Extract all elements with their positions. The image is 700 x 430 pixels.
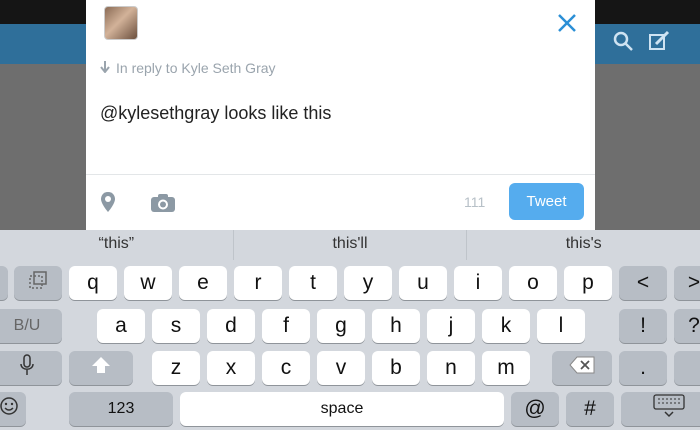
key-y[interactable]: y [344, 266, 392, 300]
dictation-key[interactable] [0, 351, 62, 385]
key-s[interactable]: s [152, 309, 200, 343]
tweet-text-input[interactable]: @kylesethgray looks like this [100, 103, 331, 124]
key-exclamation[interactable]: ! [619, 309, 667, 343]
reply-context: In reply to Kyle Seth Gray [100, 60, 276, 76]
key-a[interactable]: a [97, 309, 145, 343]
space-key[interactable]: space [180, 392, 504, 426]
key-greater-than[interactable]: > [674, 266, 700, 300]
key-comma[interactable] [674, 351, 700, 385]
compose-sheet: In reply to Kyle Seth Gray @kylesethgray… [86, 0, 595, 230]
emoji-icon [0, 396, 19, 422]
key-e[interactable]: e [179, 266, 227, 300]
backspace-icon [569, 356, 595, 380]
key-hash[interactable]: # [566, 392, 614, 426]
divider [86, 174, 595, 175]
prediction-bar: “this” this'll this's [0, 230, 700, 260]
prediction-1[interactable]: “this” [0, 230, 234, 260]
key-u[interactable]: u [399, 266, 447, 300]
key-b[interactable]: b [372, 351, 420, 385]
key-v[interactable]: v [317, 351, 365, 385]
avatar [104, 6, 138, 40]
keyboard: “this” this'll this's q w e r t y u i o … [0, 230, 700, 430]
key-p[interactable]: p [564, 266, 612, 300]
key-i[interactable]: i [454, 266, 502, 300]
key-question[interactable]: ? [674, 309, 700, 343]
key-z[interactable]: z [152, 351, 200, 385]
undo-key[interactable] [14, 266, 62, 300]
emoji-key[interactable] [0, 392, 26, 426]
reply-arrow-icon [100, 60, 110, 76]
key-x[interactable]: x [207, 351, 255, 385]
numbers-key[interactable]: 123 [69, 392, 173, 426]
reply-label: In reply to Kyle Seth Gray [116, 60, 276, 76]
prediction-2[interactable]: this'll [234, 230, 468, 260]
microphone-icon [20, 354, 34, 382]
keyboard-hide-icon [652, 394, 685, 424]
search-icon[interactable] [612, 30, 634, 57]
key-q[interactable]: q [69, 266, 117, 300]
key-k[interactable]: k [482, 309, 530, 343]
delete-key[interactable] [552, 351, 612, 385]
key-c[interactable]: c [262, 351, 310, 385]
key-o[interactable]: o [509, 266, 557, 300]
key-l[interactable]: l [537, 309, 585, 343]
close-icon[interactable] [556, 12, 578, 34]
key-less-than[interactable]: < [619, 266, 667, 300]
key-n[interactable]: n [427, 351, 475, 385]
key-period[interactable]: . [619, 351, 667, 385]
tab-key[interactable] [0, 266, 8, 300]
camera-icon[interactable] [150, 193, 176, 218]
location-pin-icon[interactable] [100, 191, 116, 218]
key-g[interactable]: g [317, 309, 365, 343]
compose-icon[interactable] [648, 30, 670, 57]
key-at[interactable]: @ [511, 392, 559, 426]
prediction-3[interactable]: this's [467, 230, 700, 260]
key-f[interactable]: f [262, 309, 310, 343]
key-j[interactable]: j [427, 309, 475, 343]
key-m[interactable]: m [482, 351, 530, 385]
shift-key[interactable] [69, 351, 133, 385]
key-t[interactable]: t [289, 266, 337, 300]
character-counter: 111 [464, 194, 486, 210]
key-h[interactable]: h [372, 309, 420, 343]
format-key[interactable]: B/U [0, 309, 62, 343]
key-w[interactable]: w [124, 266, 172, 300]
undo-icon [28, 270, 48, 296]
key-d[interactable]: d [207, 309, 255, 343]
key-r[interactable]: r [234, 266, 282, 300]
hide-keyboard-key[interactable] [621, 392, 700, 426]
shift-arrow-icon [91, 356, 111, 380]
tweet-button[interactable]: Tweet [509, 183, 584, 220]
